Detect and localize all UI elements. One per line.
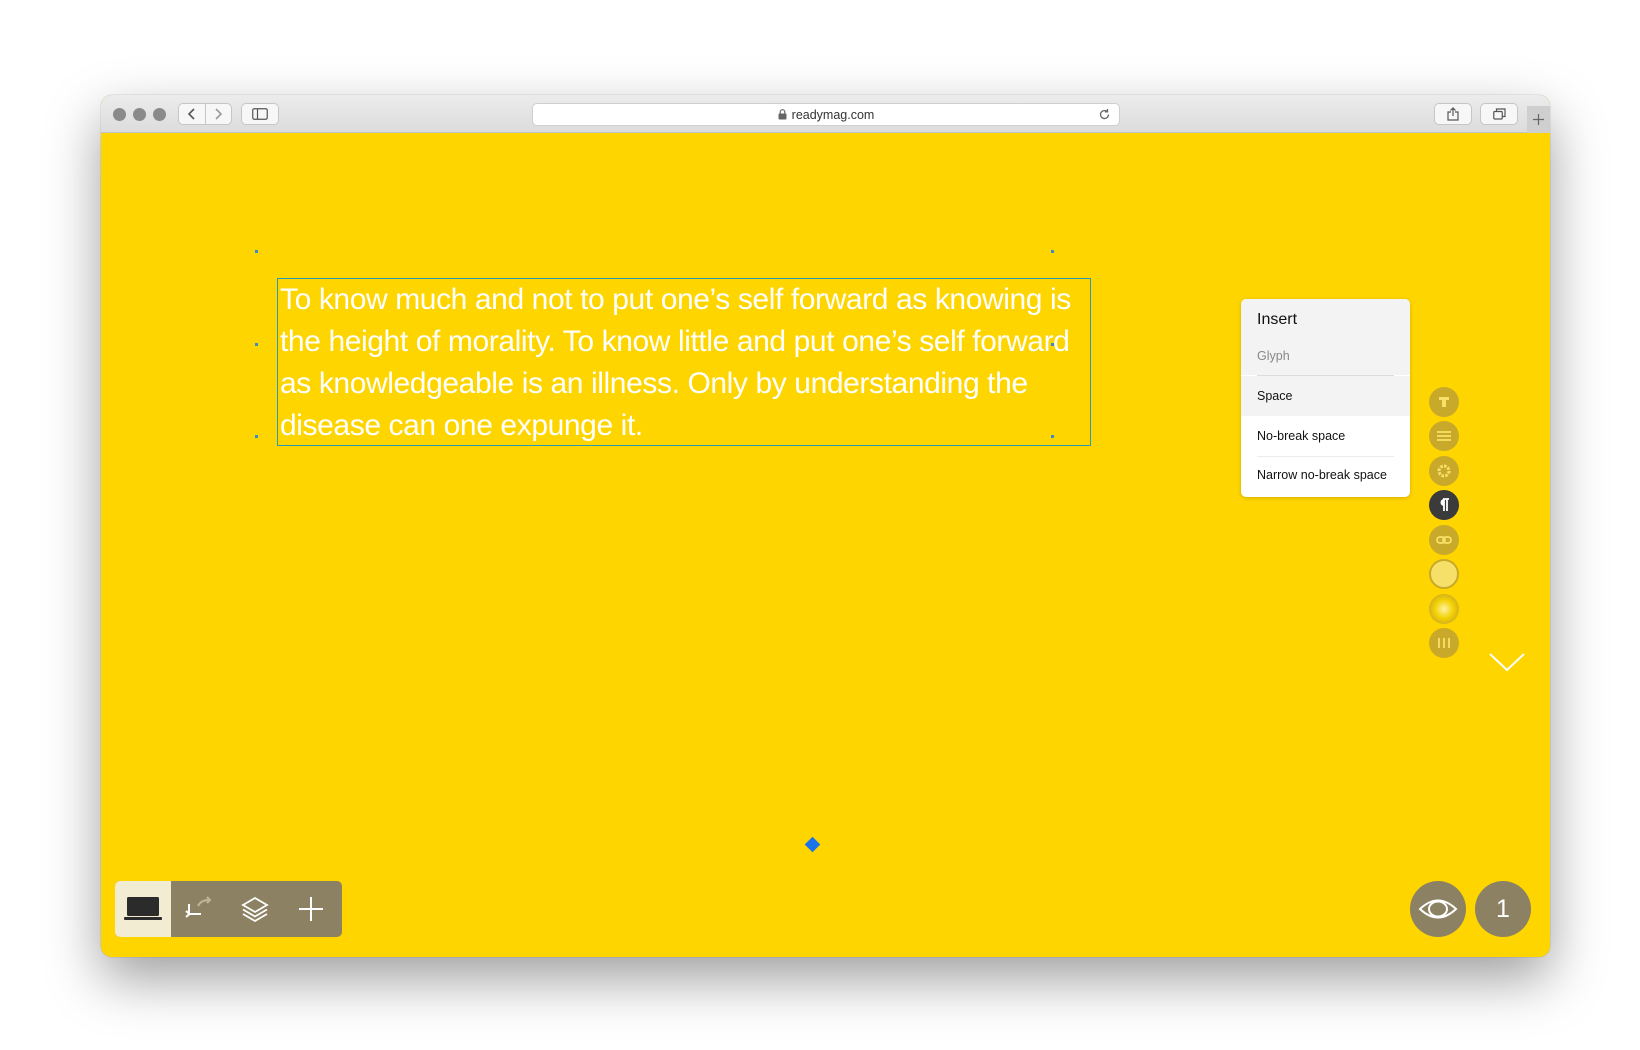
text-type-icon[interactable]: [1429, 387, 1459, 417]
color-circle-icon[interactable]: [1429, 559, 1459, 589]
bottom-toolbar: [115, 881, 342, 937]
desktop-view-button[interactable]: [115, 881, 171, 937]
link-icon[interactable]: [1429, 525, 1459, 555]
resize-handle-bottom-left[interactable]: [255, 435, 258, 438]
reload-icon[interactable]: [1098, 108, 1111, 124]
menu-item-narrow-no-break-space[interactable]: Narrow no-break space: [1241, 457, 1410, 493]
insert-menu-subtitle: Glyph: [1241, 339, 1410, 375]
sidebar-icon: [252, 108, 268, 120]
chevron-left-icon: [187, 108, 195, 120]
anchor-point[interactable]: [804, 836, 821, 853]
menu-item-no-break-space[interactable]: No-break space: [1241, 416, 1410, 456]
tab-overview-button[interactable]: [1480, 103, 1518, 125]
new-tab-button[interactable]: [1527, 106, 1550, 133]
share-button[interactable]: [1434, 103, 1472, 125]
chevron-right-icon: [215, 108, 223, 120]
minimize-window-button[interactable]: [133, 108, 146, 121]
insert-menu-title: Insert: [1241, 299, 1410, 339]
navigation-buttons: [178, 103, 232, 125]
transition-icon: [185, 896, 212, 918]
address-bar[interactable]: readymag.com: [532, 103, 1120, 126]
columns-icon[interactable]: [1429, 628, 1459, 658]
share-icon: [1447, 107, 1459, 121]
resize-handle-left[interactable]: [255, 343, 258, 346]
back-button[interactable]: [179, 104, 205, 124]
browser-titlebar: readymag.com: [101, 95, 1550, 133]
preview-button[interactable]: [1410, 881, 1466, 937]
close-window-button[interactable]: [113, 108, 126, 121]
insert-menu: Insert Glyph Space No-break space Narrow…: [1241, 299, 1410, 497]
glow-effect-icon[interactable]: [1429, 594, 1459, 624]
page-number-button[interactable]: 1: [1475, 881, 1531, 937]
layers-icon: [241, 896, 269, 923]
tabs-icon: [1492, 108, 1506, 120]
transition-button[interactable]: [171, 881, 227, 937]
gear-icon[interactable]: [1429, 456, 1459, 486]
resize-handle-top-right[interactable]: [1051, 250, 1054, 253]
text-block[interactable]: To know much and not to put one’s self f…: [277, 278, 1091, 446]
sidebar-toggle-button[interactable]: [241, 103, 279, 125]
forward-button[interactable]: [204, 104, 232, 124]
chevron-down-icon[interactable]: [1488, 651, 1526, 673]
align-lines-icon[interactable]: [1429, 421, 1459, 451]
layers-button[interactable]: [227, 881, 283, 937]
lock-icon: [778, 109, 787, 120]
editor-canvas[interactable]: To know much and not to put one’s self f…: [101, 133, 1550, 957]
url-text: readymag.com: [791, 107, 875, 122]
paragraph-icon[interactable]: [1429, 490, 1459, 520]
menu-item-space[interactable]: Space: [1241, 376, 1410, 416]
laptop-icon: [124, 897, 162, 920]
plus-icon: [299, 897, 323, 921]
zoom-window-button[interactable]: [153, 108, 166, 121]
add-widget-button[interactable]: [283, 881, 339, 937]
resize-handle-top-left[interactable]: [255, 250, 258, 253]
eye-icon: [1418, 899, 1458, 919]
plus-icon: [1533, 114, 1544, 125]
browser-window: readymag.com To know much and not to put…: [101, 95, 1550, 957]
